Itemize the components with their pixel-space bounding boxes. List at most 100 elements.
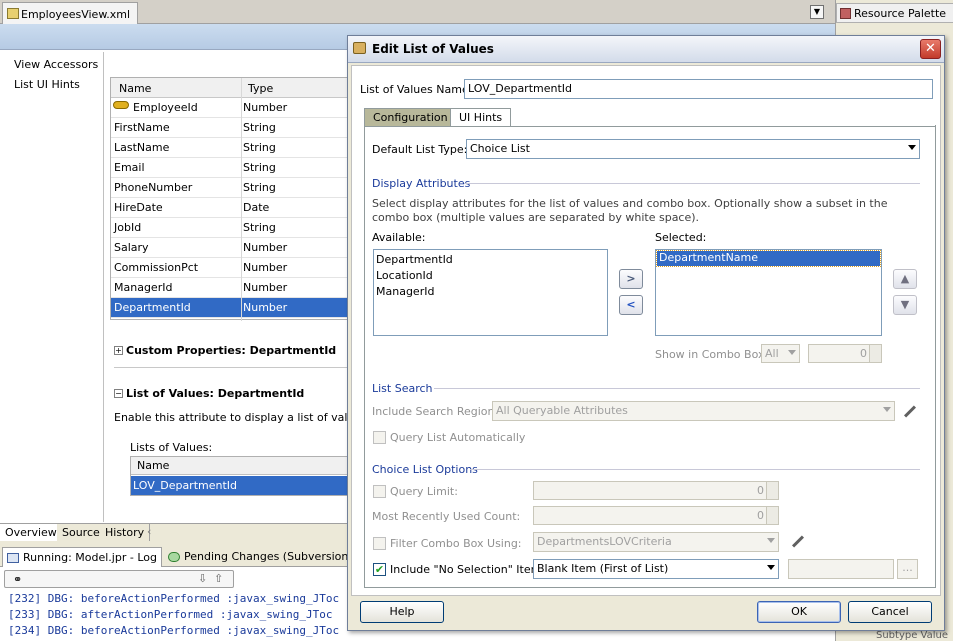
- help-button-label: Help: [389, 605, 415, 618]
- close-icon[interactable]: ✕: [920, 39, 941, 59]
- attribute-type: String: [243, 141, 276, 154]
- query-limit-checkbox[interactable]: [373, 485, 386, 498]
- lists-header-name[interactable]: Name: [131, 457, 351, 475]
- available-list[interactable]: DepartmentId LocationId ManagerId: [373, 249, 608, 336]
- section-divider: [464, 183, 920, 184]
- tab-configuration[interactable]: Configuration: [364, 108, 457, 126]
- lists-of-values-table: Name LOV_DepartmentId: [130, 456, 351, 496]
- include-search-region-value: All Queryable Attributes: [496, 404, 628, 417]
- move-down-button[interactable]: ▼: [893, 295, 917, 315]
- table-row[interactable]: HireDate Date: [111, 198, 351, 218]
- section-divider: [470, 469, 920, 470]
- dialog-body: List of Values Name: LOV_DepartmentId Co…: [351, 65, 941, 596]
- attribute-name: Email: [114, 161, 145, 174]
- ellipsis-button[interactable]: ...: [897, 559, 918, 579]
- ok-button-label: OK: [791, 605, 807, 618]
- cancel-button[interactable]: Cancel: [848, 601, 932, 623]
- list-item-selected[interactable]: DepartmentName: [656, 250, 881, 267]
- mru-count-spinner[interactable]: 0: [533, 506, 779, 525]
- no-selection-checkbox[interactable]: ✔: [373, 563, 386, 576]
- table-row[interactable]: ManagerId Number: [111, 278, 351, 298]
- column-header-type[interactable]: Type: [248, 82, 273, 95]
- filter-combo-select[interactable]: DepartmentsLOVCriteria: [533, 532, 779, 552]
- nav-item-view-accessors[interactable]: View Accessors: [14, 58, 98, 71]
- include-search-region-select[interactable]: All Queryable Attributes: [492, 401, 895, 421]
- attribute-type: Number: [243, 281, 288, 294]
- show-in-combo-value: All: [765, 347, 779, 360]
- list-item[interactable]: LocationId: [374, 269, 433, 284]
- mru-count-label: Most Recently Used Count:: [372, 510, 521, 523]
- help-button[interactable]: Help: [360, 601, 444, 623]
- no-selection-text-field[interactable]: [788, 559, 894, 579]
- lists-row-selected[interactable]: LOV_DepartmentId: [131, 476, 351, 495]
- tab-overview[interactable]: Overview: [0, 524, 63, 541]
- query-auto-label: Query List Automatically: [390, 431, 526, 444]
- tab-list-dropdown-icon[interactable]: ▼: [810, 5, 824, 19]
- table-row[interactable]: DepartmentId Number: [111, 298, 351, 318]
- selected-list[interactable]: DepartmentName: [655, 249, 882, 336]
- custom-properties-section[interactable]: + Custom Properties: DepartmentId: [114, 344, 336, 357]
- pencil-icon[interactable]: [903, 405, 917, 418]
- filter-combo-checkbox[interactable]: [373, 537, 386, 550]
- attribute-name: FirstName: [114, 121, 170, 134]
- table-row[interactable]: Email String: [111, 158, 351, 178]
- resource-palette-title: Resource Palette: [854, 7, 947, 20]
- log-window-icon: [7, 553, 19, 563]
- tab-pending-changes[interactable]: Pending Changes (Subversion): [164, 547, 357, 567]
- tab-history[interactable]: History: [100, 524, 151, 541]
- scroll-left-icon[interactable]: ‹: [147, 525, 151, 538]
- show-in-combo-count[interactable]: 0: [808, 344, 882, 363]
- query-limit-spinner[interactable]: 0: [533, 481, 779, 500]
- attribute-name: ManagerId: [114, 281, 173, 294]
- resource-palette-tab[interactable]: Resource Palette: [836, 3, 953, 23]
- editor-tab-strip: EmployeesView.xml ▼: [0, 0, 835, 24]
- attribute-type: String: [243, 121, 276, 134]
- tab-running-log[interactable]: Running: Model.jpr - Log: [2, 547, 162, 567]
- chevron-down-icon: [883, 407, 891, 412]
- lov-name-input[interactable]: LOV_DepartmentId: [464, 79, 933, 99]
- expand-plus-icon[interactable]: +: [114, 346, 123, 355]
- dialog-titlebar[interactable]: Edit List of Values: [348, 36, 944, 63]
- log-search-bar[interactable]: ⚭ ⇩ ⇧: [4, 570, 234, 588]
- lov-section[interactable]: − List of Values: DepartmentId: [114, 387, 304, 400]
- table-row[interactable]: EmployeeId Number: [111, 98, 351, 118]
- table-row[interactable]: LastName String: [111, 138, 351, 158]
- table-row[interactable]: Salary Number: [111, 238, 351, 258]
- list-item[interactable]: ManagerId: [374, 285, 434, 300]
- nav-item-list-ui-hints[interactable]: List UI Hints: [14, 78, 80, 91]
- arrow-up-icon[interactable]: ⇧: [214, 572, 223, 585]
- attribute-name: LastName: [114, 141, 170, 154]
- table-row[interactable]: FirstName String: [111, 118, 351, 138]
- pencil-icon[interactable]: [791, 535, 805, 548]
- tab-running-log-label: Running: Model.jpr - Log: [23, 551, 157, 564]
- chevron-right-icon: >: [626, 272, 636, 285]
- show-in-combo-select[interactable]: All: [761, 344, 800, 363]
- no-selection-select[interactable]: Blank Item (First of List): [533, 559, 779, 579]
- collapse-minus-icon[interactable]: −: [114, 389, 123, 398]
- table-row[interactable]: PhoneNumber String: [111, 178, 351, 198]
- table-row[interactable]: CommissionPct Number: [111, 258, 351, 278]
- arrow-down-icon[interactable]: ⇩: [198, 572, 207, 585]
- attribute-type: Number: [243, 241, 288, 254]
- filter-combo-value: DepartmentsLOVCriteria: [537, 535, 672, 548]
- tab-source[interactable]: Source: [57, 524, 106, 541]
- arrow-down-icon: ▼: [900, 298, 910, 311]
- move-right-button[interactable]: >: [619, 269, 643, 289]
- move-left-button[interactable]: <: [619, 295, 643, 315]
- default-list-type-select[interactable]: Choice List: [466, 139, 920, 159]
- editor-tab-employeesview[interactable]: EmployeesView.xml: [2, 2, 138, 24]
- default-list-type-value: Choice List: [470, 142, 530, 155]
- ok-button[interactable]: OK: [757, 601, 841, 623]
- lov-help-text: Enable this attribute to display a list …: [114, 411, 382, 424]
- list-item[interactable]: DepartmentId: [374, 253, 453, 268]
- move-up-button[interactable]: ▲: [893, 269, 917, 289]
- query-auto-checkbox[interactable]: [373, 431, 386, 444]
- column-header-name[interactable]: Name: [119, 82, 151, 95]
- resource-palette-icon: [840, 8, 851, 19]
- tab-ui-hints[interactable]: UI Hints: [450, 108, 512, 126]
- no-selection-value: Blank Item (First of List): [537, 562, 669, 575]
- lov-section-title: List of Values: DepartmentId: [126, 387, 305, 400]
- table-row[interactable]: JobId String: [111, 218, 351, 238]
- tab-divider: [364, 126, 936, 127]
- dialog-title: Edit List of Values: [372, 42, 494, 56]
